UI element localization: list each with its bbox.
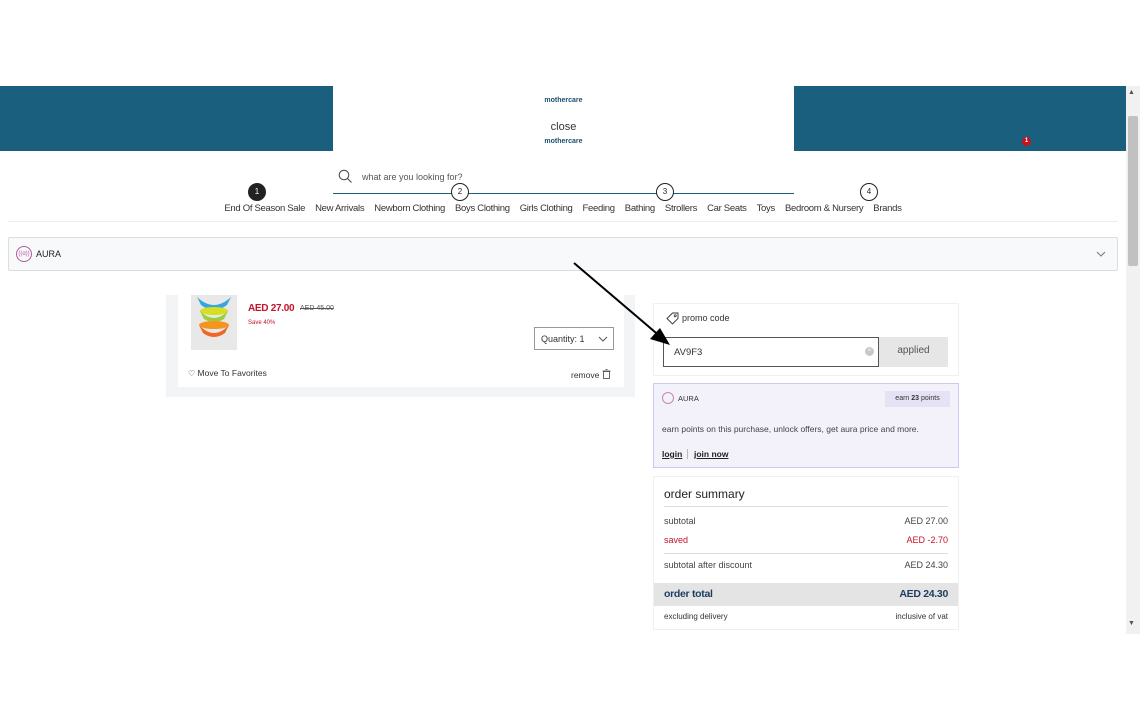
aura-panel-label: AURA [678,394,699,403]
nav-item-bedroom-nursery[interactable]: Bedroom & Nursery [785,203,864,214]
nav-item-end-of-season-sale[interactable]: End Of Season Sale [224,203,305,214]
order-total-value: AED 24.30 [899,588,948,600]
item-original-price: AED 45.00 [300,305,334,312]
item-discount: Save 40% [248,320,276,326]
summary-divider [664,506,948,507]
step-2-indicator: 2 [451,183,469,201]
saved-row: saved AED -2.70 [664,535,948,545]
scrollbar-thumb[interactable] [1128,116,1138,266]
delivery-note: excluding delivery [664,612,728,621]
nav-item-toys[interactable]: Toys [757,203,776,214]
subtotal-value: AED 27.00 [904,516,948,526]
brand-logo-bottom[interactable]: mothercare [333,138,794,145]
subtotal-label: subtotal [664,516,696,526]
after-discount-label: subtotal after discount [664,560,753,570]
order-total-label: order total [664,588,713,600]
step-progress-line [333,193,794,194]
nav-item-car-seats[interactable]: Car Seats [707,203,747,214]
earn-points-badge: earn 23 points [885,391,950,407]
nav-item-bathing[interactable]: Bathing [625,203,655,214]
aura-logo-icon: ((ɑ)) [16,246,32,262]
move-to-favorites-button[interactable]: ♡ Move To Favorites [188,368,267,378]
aura-logo-icon [662,392,674,404]
scroll-up-icon[interactable]: ▲ [1128,89,1135,96]
trash-icon [602,369,611,379]
aura-login-link[interactable]: login [662,449,682,459]
remove-label: remove [571,370,600,380]
remove-button[interactable]: remove [571,369,611,380]
subtotal-row: subtotal AED 27.00 [664,516,948,526]
search-icon[interactable] [338,169,353,184]
saved-value: AED -2.70 [906,535,948,545]
step-3-indicator: 3 [656,183,674,201]
header-banner-right [794,86,1126,151]
order-total-notes: excluding delivery inclusive of vat [664,612,948,621]
earn-suffix: points [921,395,940,402]
promo-applied-button[interactable]: applied [879,337,948,367]
product-image[interactable] [191,295,237,350]
promo-code-label: promo code [682,313,730,323]
aura-description: earn points on this purchase, unlock off… [662,424,919,434]
earn-points-value: 23 [911,395,920,402]
nav-item-newborn-clothing[interactable]: Newborn Clothing [374,203,445,214]
stacking-bowls-image [197,297,231,337]
nav-item-feeding[interactable]: Feeding [583,203,616,214]
saved-label: saved [664,535,689,545]
brand-logo-top[interactable]: mothercare [333,97,794,104]
scroll-down-icon[interactable]: ▼ [1128,620,1135,627]
chevron-down-icon[interactable] [1095,248,1107,260]
after-discount-row: subtotal after discount AED 24.30 [664,560,948,570]
nav-item-boys-clothing[interactable]: Boys Clothing [455,203,510,214]
after-discount-value: AED 24.30 [904,560,948,570]
link-divider [687,449,688,459]
nav-item-strollers[interactable]: Strollers [665,203,697,214]
main-nav: End Of Season Sale New Arrivals Newborn … [0,203,1126,214]
summary-divider [664,553,948,554]
clear-icon[interactable]: × [865,347,874,356]
step-4-indicator: 4 [860,183,878,201]
favorites-label: Move To Favorites [197,368,267,378]
aura-accordion-label: AURA [36,249,62,259]
vat-note: inclusive of vat [895,612,948,621]
heart-icon: ♡ [188,369,196,378]
promo-code-input[interactable]: AV9F3 [663,337,879,367]
step-1-indicator: 1 [248,183,266,201]
cart-count-badge[interactable]: 1 [1022,137,1031,146]
close-button[interactable]: close [333,121,794,133]
nav-item-new-arrivals[interactable]: New Arrivals [315,203,365,214]
nav-divider [8,221,1118,222]
nav-item-brands[interactable]: Brands [873,203,902,214]
order-summary-title: order summary [664,487,745,501]
search-input[interactable]: what are you looking for? [362,172,463,182]
nav-item-girls-clothing[interactable]: Girls Clothing [520,203,573,214]
pointer-arrow-annotation [573,262,670,345]
earn-prefix: earn [895,395,910,402]
item-price: AED 27.00 [248,303,295,314]
header-banner-left [0,86,333,151]
aura-join-link[interactable]: join now [694,449,728,459]
order-total-row: order total AED 24.30 [664,588,948,600]
